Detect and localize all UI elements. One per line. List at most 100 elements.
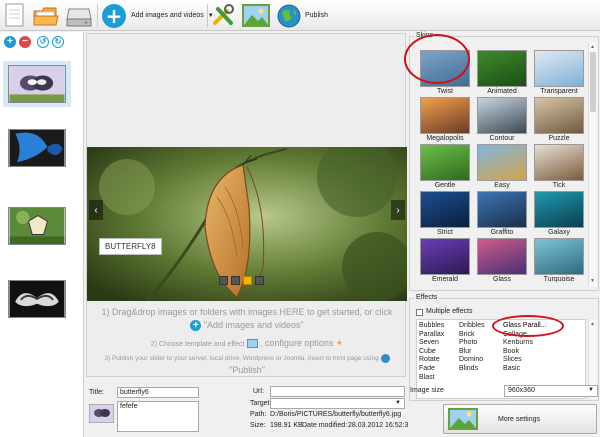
scroll-down-icon[interactable]: ▼ xyxy=(590,278,596,284)
skin-item[interactable]: Turquoise xyxy=(532,238,586,284)
effect-item[interactable]: Basic xyxy=(503,365,558,374)
title-input[interactable]: butterfly6 xyxy=(117,387,199,398)
open-project-button[interactable] xyxy=(32,3,60,28)
effect-item[interactable]: Blast xyxy=(419,374,474,383)
skin-item[interactable]: Emerald xyxy=(418,238,472,284)
size-value: 198.91 KB xyxy=(270,422,303,429)
skin-preview-image xyxy=(420,97,470,134)
globe-icon xyxy=(380,354,390,363)
slider-preview[interactable]: BUTTERFLY8 ‹ › 1) Drag&drop images or fo… xyxy=(86,33,407,377)
add-plus-icon: + xyxy=(102,3,126,28)
skin-item[interactable]: Glass xyxy=(475,238,529,284)
skin-item[interactable]: Transparent xyxy=(532,50,586,96)
scroll-up-icon[interactable]: ▲ xyxy=(590,44,596,50)
slide-thumbnail[interactable] xyxy=(3,61,71,107)
slide-thumbnail[interactable] xyxy=(3,276,71,322)
skin-item[interactable]: Galaxy xyxy=(532,191,586,237)
effect-item[interactable]: Kenburns xyxy=(503,339,558,348)
rotate-left-icon[interactable]: ↺ xyxy=(37,36,49,48)
slide-bullets xyxy=(219,276,264,285)
wrench-icon: ✦ xyxy=(335,338,344,348)
skin-preview-image xyxy=(534,144,584,181)
hint-step-2-text: 2) Choose template and effect xyxy=(150,341,245,348)
hint-step-1b: + "Add images and videos" xyxy=(87,320,407,332)
remove-slide-button[interactable]: − xyxy=(19,36,31,48)
globe-publish-icon xyxy=(277,4,301,28)
slide-bullet[interactable] xyxy=(219,276,228,285)
url-input[interactable] xyxy=(270,386,405,397)
slide-bullet[interactable] xyxy=(255,276,264,285)
slide-thumbnail[interactable] xyxy=(3,203,71,249)
slide-bullet[interactable] xyxy=(231,276,240,285)
target-label: Target xyxy=(250,400,270,407)
dropdown-arrow-icon: ▼ xyxy=(588,387,594,393)
description-textarea[interactable]: fefefe xyxy=(117,401,199,432)
skin-item[interactable]: Strict xyxy=(418,191,472,237)
date-modified-label: Date modified: xyxy=(302,422,348,429)
settings-panel: Skins Twist Animated Transparent Megalopoli… xyxy=(404,31,600,437)
scroll-up-icon[interactable]: ▲ xyxy=(590,321,595,327)
publish-button[interactable]: Publish xyxy=(276,3,328,28)
skin-name: Tick xyxy=(552,182,566,189)
new-project-button[interactable] xyxy=(4,3,26,28)
add-plus-icon: + xyxy=(190,320,202,332)
target-select[interactable]: ▼ xyxy=(270,398,405,409)
skin-name: Twist xyxy=(437,88,453,95)
skin-item[interactable]: Gentle xyxy=(418,144,472,190)
skin-preview-image xyxy=(477,191,527,228)
skin-item[interactable]: Animated xyxy=(475,50,529,96)
skin-preview-image xyxy=(534,50,584,87)
landscape-picture-icon xyxy=(242,4,270,27)
title-label: Title: xyxy=(89,389,104,396)
multiple-effects-checkbox[interactable] xyxy=(416,309,423,316)
skin-name: Easy xyxy=(494,182,510,189)
publish-label: Publish xyxy=(305,12,328,19)
skin-name: Puzzle xyxy=(548,135,570,142)
effect-item[interactable]: Slices xyxy=(503,356,558,365)
skin-preview-image xyxy=(477,238,527,275)
slide-bullet-active[interactable] xyxy=(243,276,252,285)
skin-preview-image xyxy=(534,97,584,134)
tools-button[interactable] xyxy=(211,3,237,28)
save-project-button[interactable] xyxy=(65,3,93,28)
skin-name: Transparent xyxy=(540,88,578,95)
add-images-button[interactable]: + Add images and videos ▼ xyxy=(102,3,214,28)
butterfly-thumbnail-image xyxy=(8,129,66,167)
scroll-thumb[interactable] xyxy=(590,52,596,112)
butterfly-thumbnail-image xyxy=(8,207,66,245)
skin-preview-image xyxy=(534,238,584,275)
hint-add-images-label: "Add images and videos" xyxy=(203,320,304,330)
path-value: D:/Boris/PICTURES/butterfly/butterfly6.j… xyxy=(270,411,402,418)
skin-preview-image xyxy=(534,191,584,228)
skin-item[interactable]: Puzzle xyxy=(532,97,586,143)
slide-thumbnail[interactable] xyxy=(3,125,71,171)
next-slide-arrow[interactable]: › xyxy=(391,200,405,220)
skin-item[interactable]: Tick xyxy=(532,144,586,190)
skins-grid: Twist Animated Transparent Megalopolis Conto… xyxy=(418,50,588,290)
skins-scrollbar[interactable]: ▲ ▼ xyxy=(588,42,597,287)
slide-image-area: BUTTERFLY8 ‹ › xyxy=(87,147,407,301)
skin-preview-image xyxy=(477,144,527,181)
skin-name: Turquoise xyxy=(543,276,575,283)
size-label: Size: xyxy=(250,422,266,429)
path-label: Path: xyxy=(250,411,267,418)
toolbar-separator xyxy=(97,4,98,27)
template-button[interactable] xyxy=(242,3,270,28)
highlight-circle xyxy=(492,315,564,337)
butterfly-thumbnail-image xyxy=(89,404,114,423)
more-settings-button[interactable]: More settings xyxy=(443,404,597,434)
rotate-right-icon[interactable]: ↻ xyxy=(52,36,64,48)
skin-item[interactable]: Contour xyxy=(475,97,529,143)
effect-item[interactable]: Book xyxy=(503,348,558,357)
url-label: Url: xyxy=(253,388,264,395)
effects-title: Effects xyxy=(414,294,440,301)
butterfly-thumbnail-image xyxy=(8,65,66,103)
skin-name: Galaxy xyxy=(548,229,570,236)
previous-slide-arrow[interactable]: ‹ xyxy=(89,200,103,220)
skin-item[interactable]: Megalopolis xyxy=(418,97,472,143)
skin-item[interactable]: Graffito xyxy=(475,191,529,237)
slide-caption: BUTTERFLY8 xyxy=(99,238,162,255)
skin-item[interactable]: Easy xyxy=(475,144,529,190)
image-size-select[interactable]: 960x360 ▼ xyxy=(504,385,598,397)
add-slide-button[interactable]: + xyxy=(4,36,16,48)
